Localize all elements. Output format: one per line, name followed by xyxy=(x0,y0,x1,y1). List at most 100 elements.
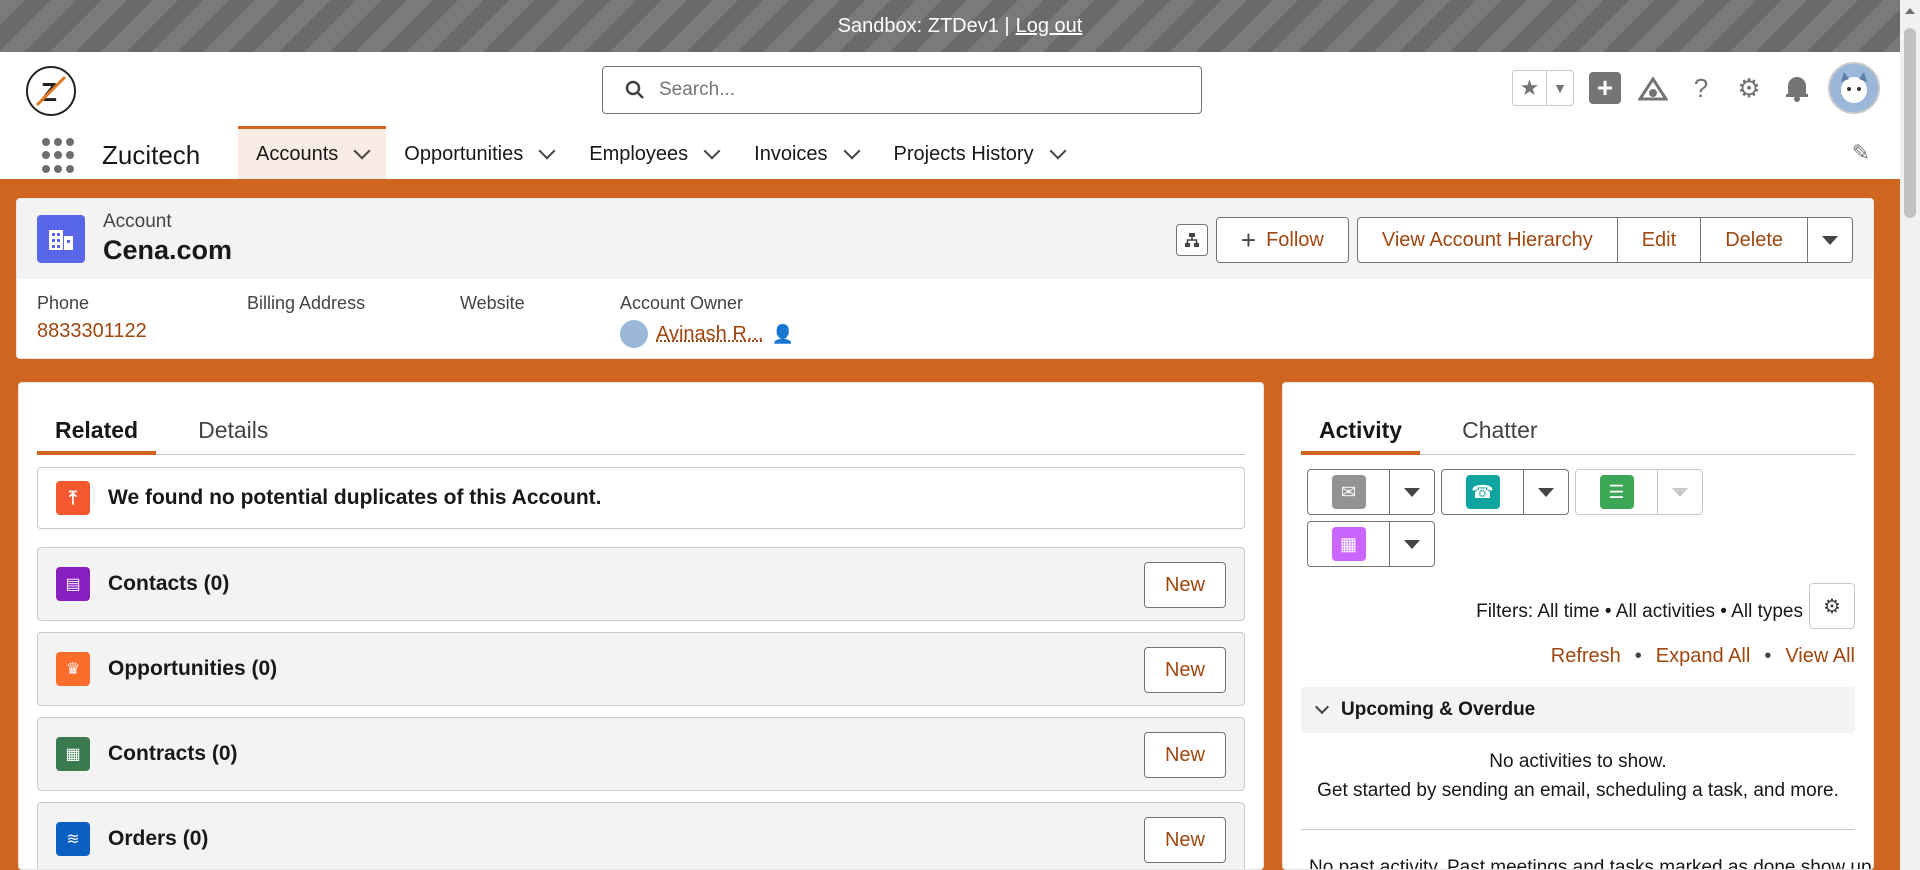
owner-link[interactable]: Avinash R... xyxy=(656,323,763,346)
related-tabs: Related Details xyxy=(37,413,1245,455)
log-call-dropdown[interactable] xyxy=(1524,470,1568,514)
trailhead-icon[interactable] xyxy=(1636,71,1670,105)
app-launcher-icon[interactable] xyxy=(42,138,78,174)
tab-related[interactable]: Related xyxy=(37,413,157,455)
logout-link[interactable]: Log out xyxy=(1016,15,1083,38)
new-opportunity-button[interactable]: New xyxy=(1143,647,1226,693)
website-field: Website xyxy=(460,293,620,348)
related-list-title[interactable]: Orders (0) xyxy=(108,827,208,851)
follow-button[interactable]: + Follow xyxy=(1215,217,1349,263)
nav-tab-invoices[interactable]: Invoices xyxy=(736,126,875,179)
expand-all-link[interactable]: Expand All xyxy=(1656,645,1751,668)
owner-avatar xyxy=(620,320,648,348)
no-activities-message: No activities to show. Get started by se… xyxy=(1301,747,1855,805)
view-all-link[interactable]: View All xyxy=(1785,645,1855,668)
zucitech-logo-icon: Z xyxy=(35,75,67,107)
global-actions-icon[interactable]: + xyxy=(1588,71,1622,105)
chevron-down-icon[interactable] xyxy=(703,142,721,160)
chevron-down-icon[interactable] xyxy=(353,142,371,160)
related-list-orders: ≋ Orders (0) New xyxy=(37,802,1245,869)
tab-details[interactable]: Details xyxy=(180,413,286,455)
setup-gear-icon[interactable]: ⚙ xyxy=(1732,71,1766,105)
chevron-down-icon[interactable] xyxy=(1049,142,1067,160)
chevron-down-icon[interactable] xyxy=(843,142,861,160)
new-order-button[interactable]: New xyxy=(1143,817,1226,863)
caret-down-icon xyxy=(1404,487,1420,497)
email-action: ✉ xyxy=(1307,469,1435,515)
empty-line-1: No activities to show. xyxy=(1489,751,1667,772)
upcoming-overdue-section[interactable]: Upcoming & Overdue xyxy=(1301,687,1855,733)
related-list-title[interactable]: Contracts (0) xyxy=(108,742,238,766)
edit-button[interactable]: Edit xyxy=(1616,217,1702,263)
email-button[interactable]: ✉ xyxy=(1308,470,1390,514)
link-separator: • xyxy=(1764,645,1772,667)
user-avatar[interactable] xyxy=(1828,62,1880,114)
account-building-icon xyxy=(37,215,85,263)
new-event-button[interactable]: ▦ xyxy=(1308,522,1390,566)
delete-button[interactable]: Delete xyxy=(1700,217,1808,263)
crown-icon: ♛ xyxy=(56,652,90,686)
related-list-title[interactable]: Contacts (0) xyxy=(108,572,229,596)
past-activity-divider xyxy=(1301,829,1855,830)
activity-links: Refresh • Expand All • View All xyxy=(1551,645,1855,668)
favorites-list-caret-icon[interactable]: ▼ xyxy=(1547,71,1573,105)
nav-tab-projects-history[interactable]: Projects History xyxy=(876,126,1082,179)
task-action: ☰ xyxy=(1575,469,1703,515)
nav-tab-label: Accounts xyxy=(256,142,339,165)
record-highlights-panel: Account Cena.com + Follow View Account H… xyxy=(16,198,1874,359)
plus-icon: + xyxy=(1240,224,1257,255)
related-list-title[interactable]: Opportunities (0) xyxy=(108,657,277,681)
activity-actions-row-1: ✉ ☎ ☰ xyxy=(1307,469,1703,515)
favorites-star-icon[interactable]: ★ xyxy=(1513,71,1547,105)
record-action-group: View Account Hierarchy Edit Delete xyxy=(1356,217,1853,263)
activity-filters-text: Filters: All time • All activities • All… xyxy=(1476,601,1803,622)
event-dropdown[interactable] xyxy=(1390,522,1434,566)
header-utilities: ★ ▼ + ? ⚙ xyxy=(1512,62,1880,114)
phone-label: Phone xyxy=(37,293,90,313)
calendar-icon: ▦ xyxy=(1331,527,1366,561)
sandbox-banner: Sandbox: ZTDev1 | Log out xyxy=(0,0,1920,52)
scroll-thumb[interactable] xyxy=(1904,28,1916,218)
nav-tab-label: Invoices xyxy=(754,142,828,165)
new-contact-button[interactable]: New xyxy=(1143,562,1226,608)
help-icon[interactable]: ? xyxy=(1684,71,1718,105)
page-scrollbar[interactable] xyxy=(1900,0,1920,870)
hierarchy-icon[interactable] xyxy=(1175,224,1208,256)
tab-chatter[interactable]: Chatter xyxy=(1444,413,1555,455)
phone-value[interactable]: 8833301122 xyxy=(37,320,247,343)
nav-tab-opportunities[interactable]: Opportunities xyxy=(386,126,571,179)
refresh-link[interactable]: Refresh xyxy=(1551,645,1621,668)
phone-field: Phone 8833301122 xyxy=(37,293,247,348)
duplicates-card: ⤒ We found no potential duplicates of th… xyxy=(37,467,1245,529)
past-activity-message: No past activity. Past meetings and task… xyxy=(1309,857,1874,870)
more-actions-button[interactable] xyxy=(1807,217,1853,263)
new-contract-button[interactable]: New xyxy=(1143,732,1226,778)
edit-nav-pencil-icon[interactable]: ✎ xyxy=(1852,140,1870,166)
favorites-group: ★ ▼ xyxy=(1512,70,1574,106)
tab-activity[interactable]: Activity xyxy=(1301,413,1421,455)
email-dropdown[interactable] xyxy=(1390,470,1434,514)
search-input[interactable] xyxy=(659,79,1159,101)
global-search[interactable] xyxy=(602,66,1202,114)
caret-down-icon xyxy=(1672,487,1688,497)
log-call-button[interactable]: ☎ xyxy=(1442,470,1524,514)
contract-icon: ▦ xyxy=(56,737,90,771)
notifications-bell-icon[interactable] xyxy=(1780,71,1814,105)
nav-tab-employees[interactable]: Employees xyxy=(571,126,736,179)
change-owner-icon[interactable]: 👤 xyxy=(771,324,793,345)
scroll-up-arrow-icon[interactable] xyxy=(1905,8,1915,14)
new-task-button[interactable]: ☰ xyxy=(1576,470,1658,514)
nav-tab-accounts[interactable]: Accounts xyxy=(238,126,387,179)
view-account-hierarchy-button[interactable]: View Account Hierarchy xyxy=(1356,217,1618,263)
nav-tab-label: Opportunities xyxy=(404,142,524,165)
contact-card-icon: ▤ xyxy=(56,567,90,601)
related-panel: Related Details ⤒ We found no potential … xyxy=(18,382,1264,870)
merge-icon: ⤒ xyxy=(56,481,90,515)
billing-address-field: Billing Address xyxy=(247,293,460,348)
company-logo[interactable]: Z xyxy=(26,66,76,116)
chevron-down-icon[interactable] xyxy=(538,142,556,160)
account-owner-field: Account Owner Avinash R... 👤 xyxy=(620,293,794,348)
activity-panel: Activity Chatter ✉ ☎ ☰ ▦ Filters: All ti… xyxy=(1282,382,1874,870)
follow-label: Follow xyxy=(1266,228,1324,251)
filter-settings-gear-icon[interactable]: ⚙ xyxy=(1809,583,1855,629)
